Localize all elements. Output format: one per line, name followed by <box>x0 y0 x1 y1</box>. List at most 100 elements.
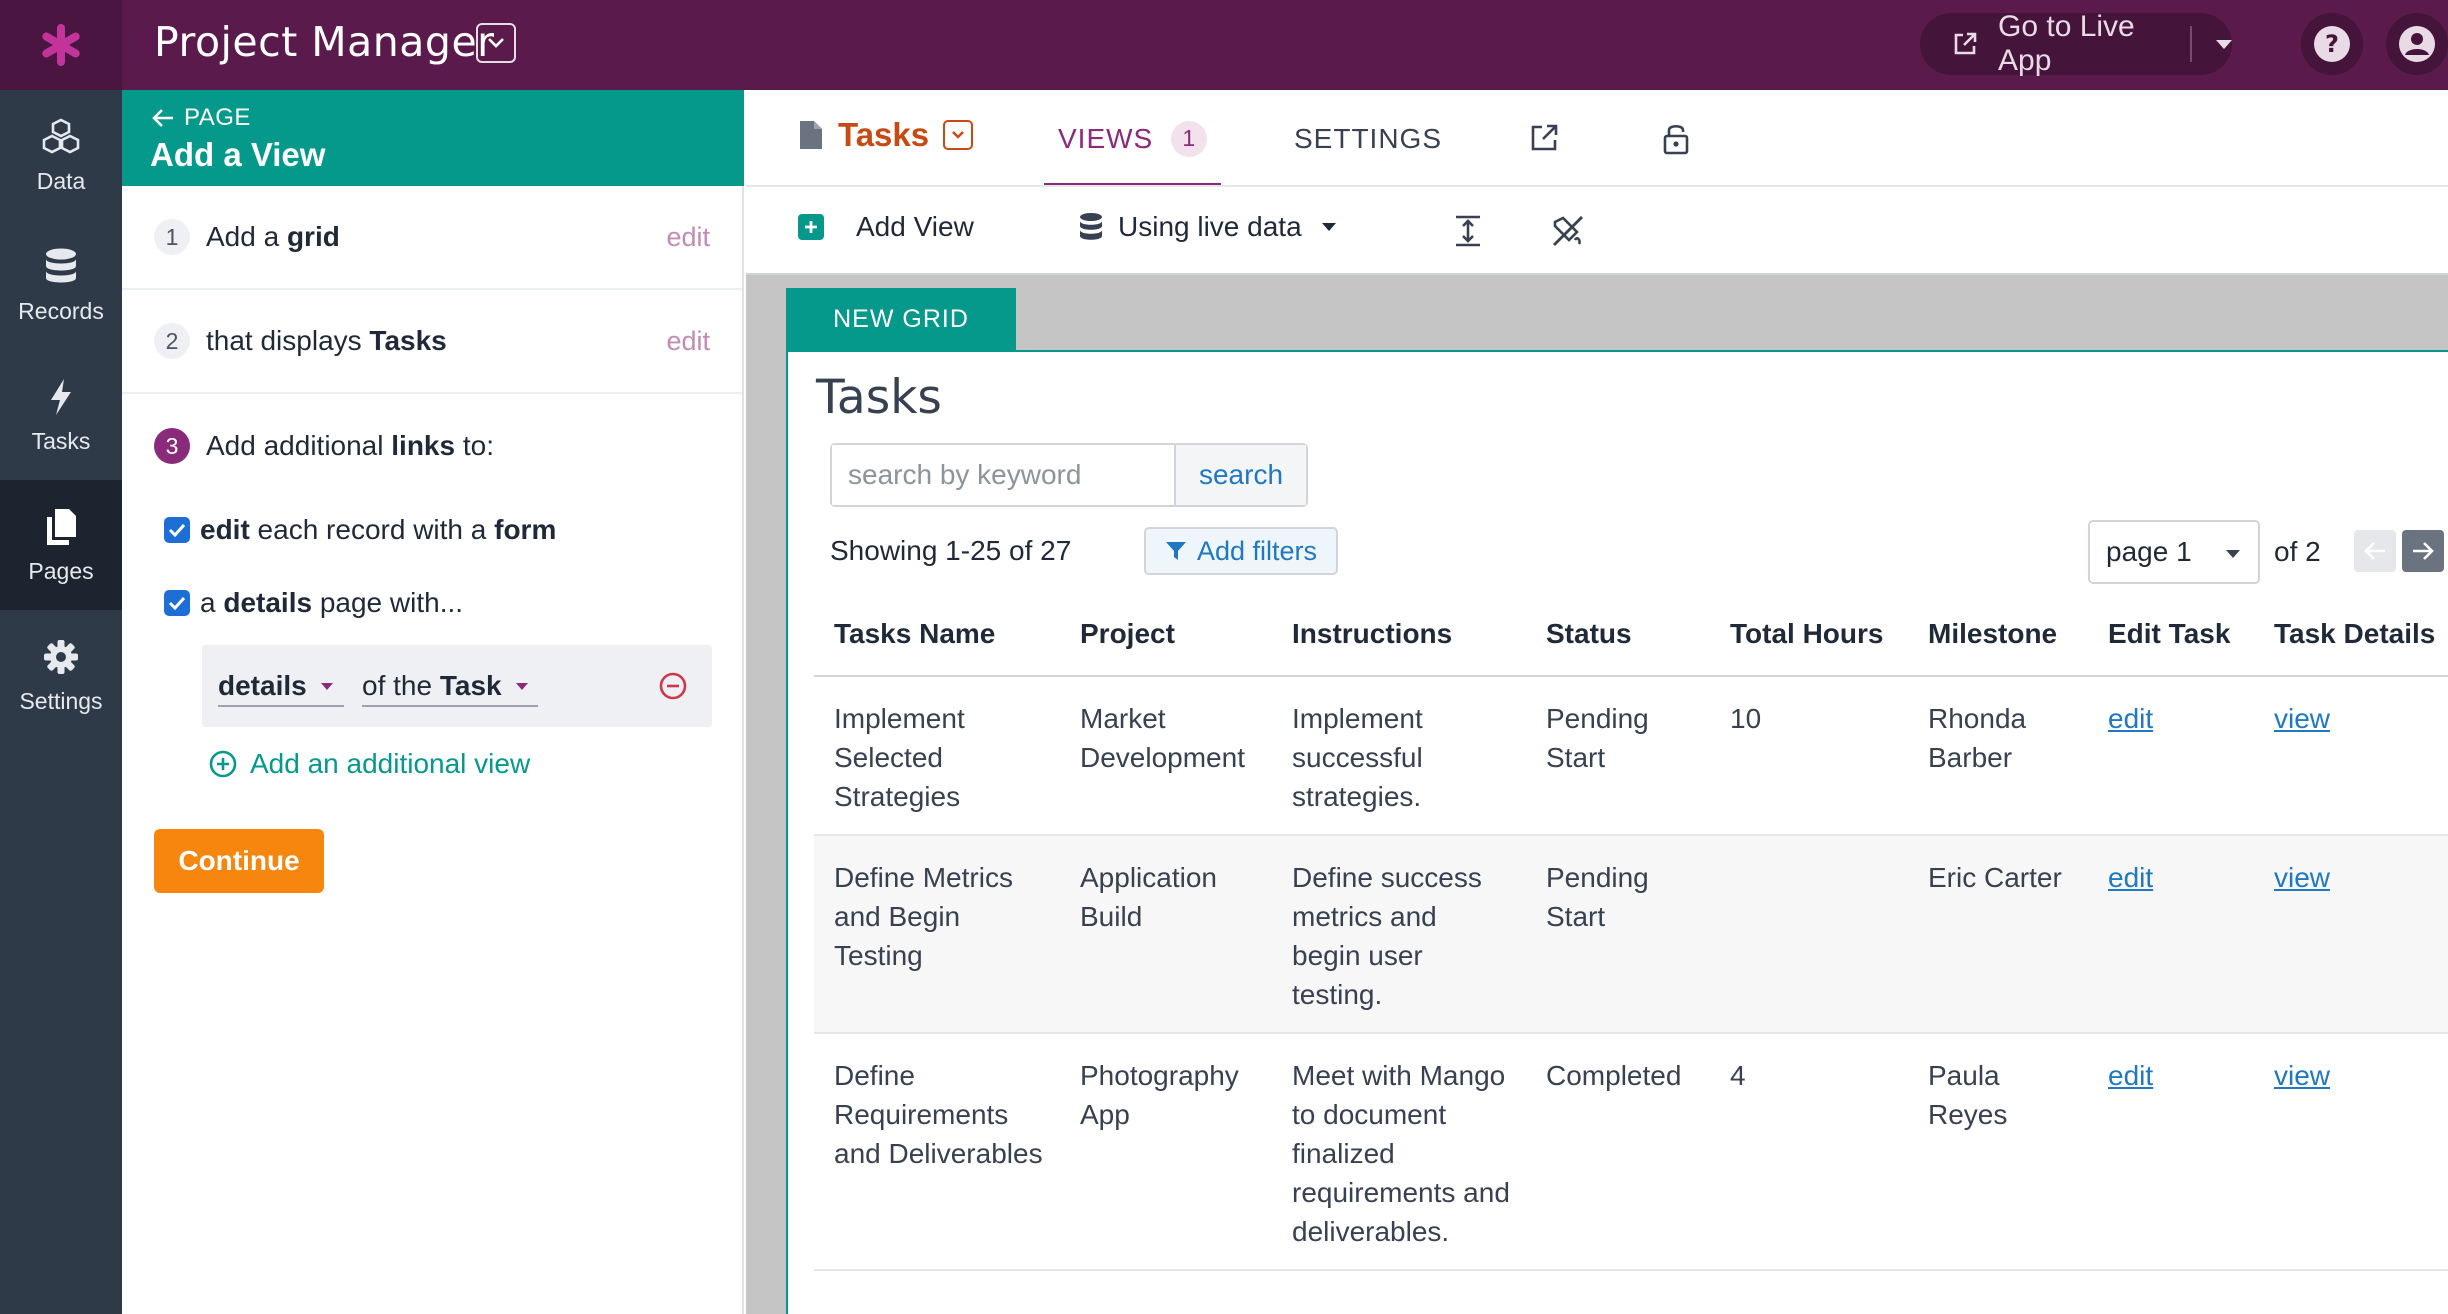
edit-link[interactable]: edit <box>2108 703 2153 734</box>
help-button[interactable]: ? <box>2301 13 2363 75</box>
details-source-select[interactable]: of the Task <box>362 667 538 707</box>
view-builder-panel: PAGE Add a View 1 Add a grid edit 2 that… <box>122 90 744 1314</box>
cell-total-hours: 4 <box>1710 1033 1908 1271</box>
account-button[interactable] <box>2386 13 2448 75</box>
caret-down-icon <box>2226 550 2240 558</box>
cell-project: Photography App <box>1060 1033 1272 1271</box>
builder-header: PAGE Add a View <box>122 90 744 186</box>
edit-link[interactable]: edit <box>2108 1060 2153 1091</box>
column-header[interactable]: Instructions <box>1272 592 1526 677</box>
cell-details: view <box>2254 1033 2448 1271</box>
nav-tasks[interactable]: Tasks <box>0 350 122 480</box>
column-header[interactable]: Tasks Name <box>814 592 1060 677</box>
app-menu-dropdown[interactable] <box>476 23 516 63</box>
cubes-icon <box>40 116 82 158</box>
database-icon <box>1080 213 1102 240</box>
open-page-button[interactable] <box>1526 120 1562 156</box>
check-icon <box>168 596 186 610</box>
page-access-button[interactable] <box>1658 120 1694 156</box>
column-header[interactable]: Milestone <box>1908 592 2088 677</box>
design-toggle-button[interactable] <box>1550 213 1586 249</box>
edit-link[interactable]: edit <box>2108 862 2153 893</box>
view-link[interactable]: view <box>2274 1060 2330 1091</box>
row-height-button[interactable] <box>1450 213 1486 249</box>
column-header[interactable]: Project <box>1060 592 1272 677</box>
checkbox-checked[interactable] <box>164 517 190 543</box>
cell-edit: edit <box>2088 835 2254 1034</box>
back-to-page-link[interactable]: PAGE <box>152 104 251 132</box>
step-number: 1 <box>154 219 190 255</box>
table-row: Define Requirements and Deliverables Pho… <box>814 1033 2448 1271</box>
nav-data[interactable]: Data <box>0 90 122 220</box>
table-row: Implement Selected Strategies Market Dev… <box>814 676 2448 836</box>
nav-pages[interactable]: Pages <box>0 480 122 610</box>
check-icon <box>168 523 186 537</box>
tab-views[interactable]: VIEWS 1 <box>1044 90 1222 187</box>
nav-label: Records <box>18 297 104 324</box>
view-link[interactable]: view <box>2274 862 2330 893</box>
tab-page-tasks[interactable]: Tasks <box>798 116 974 154</box>
column-header[interactable]: Total Hours <box>1710 592 1908 677</box>
cell-status: Pending Start <box>1526 676 1710 836</box>
edit-form-option[interactable]: edit each record with a form <box>164 514 556 546</box>
nav-settings[interactable]: Settings <box>0 610 122 740</box>
page-select[interactable]: page 1 <box>2088 520 2260 584</box>
add-filters-button[interactable]: Add filters <box>1144 527 1338 575</box>
tab-settings[interactable]: SETTINGS <box>1294 90 1442 187</box>
step-2: 2 that displays Tasks edit <box>122 290 742 394</box>
view-link[interactable]: view <box>2274 703 2330 734</box>
continue-button[interactable]: Continue <box>154 829 324 893</box>
tab-label: SETTINGS <box>1294 122 1443 154</box>
user-icon <box>2399 26 2435 62</box>
step-number: 2 <box>154 323 190 359</box>
checkbox-checked[interactable] <box>164 590 190 616</box>
logo[interactable] <box>0 0 122 90</box>
prev-page-button[interactable] <box>2354 530 2396 572</box>
results-count: Showing 1-25 of 27 <box>830 535 1072 566</box>
grid-view-canvas: Tasks search Showing 1-25 of 27 Add filt… <box>786 350 2448 1314</box>
table-header-row: Tasks Name Project Instructions Status T… <box>814 592 2448 677</box>
tasks-table: Tasks Name Project Instructions Status T… <box>814 592 2448 1271</box>
cell-edit: edit <box>2088 676 2254 836</box>
cell-milestone: Rhonda Barber <box>1908 676 2088 836</box>
step-edit-link[interactable]: edit <box>666 326 710 357</box>
lock-open-icon <box>1663 124 1689 155</box>
step-3: 3 Add additional links to: <box>122 394 742 498</box>
new-grid-tab[interactable]: NEW GRID <box>786 288 1016 350</box>
step-text: that displays Tasks <box>206 325 447 356</box>
search-button[interactable]: search <box>1176 445 1306 505</box>
nav-label: Tasks <box>31 427 91 454</box>
step-1: 1 Add a grid edit <box>122 186 742 290</box>
left-nav: Data Records Tasks Pages Settings <box>0 90 122 1314</box>
live-app-label: Go to Live App <box>1998 10 2135 77</box>
add-view-label: Add View <box>856 211 974 242</box>
total-pages: of 2 <box>2274 536 2321 567</box>
caret-down-icon[interactable] <box>2216 39 2232 49</box>
arrow-left-icon <box>152 109 173 127</box>
svg-text:?: ? <box>2325 30 2339 58</box>
remove-circle-icon[interactable] <box>658 671 688 701</box>
search-input[interactable] <box>832 445 1176 505</box>
go-to-live-app-button[interactable]: Go to Live App <box>1920 10 2232 77</box>
page-menu-dropdown[interactable] <box>943 120 974 150</box>
details-type-select[interactable]: details <box>218 667 344 707</box>
add-view-button[interactable]: Add View <box>798 211 974 243</box>
data-mode-dropdown[interactable]: Using live data <box>1078 211 1336 243</box>
details-link-row: details of the Task <box>202 645 712 727</box>
nav-label: Data <box>36 167 86 194</box>
gear-icon <box>40 636 82 678</box>
add-additional-view-link[interactable]: Add an additional view <box>208 748 530 780</box>
details-page-option[interactable]: a details page with... <box>164 587 463 619</box>
add-view-label: Add an additional view <box>250 748 531 779</box>
back-label: PAGE <box>184 104 251 131</box>
step-text: Add a grid <box>206 221 340 252</box>
cell-project: Application Build <box>1060 835 1272 1034</box>
nav-records[interactable]: Records <box>0 220 122 350</box>
cell-instructions: Define success metrics and begin user te… <box>1272 835 1526 1034</box>
step-edit-link[interactable]: edit <box>666 222 710 253</box>
next-page-button[interactable] <box>2402 530 2444 572</box>
column-header[interactable]: Status <box>1526 592 1710 677</box>
arrow-left-icon <box>2364 542 2385 560</box>
cell-details: view <box>2254 676 2448 836</box>
table-row: Define Metrics and Begin Testing Applica… <box>814 835 2448 1034</box>
